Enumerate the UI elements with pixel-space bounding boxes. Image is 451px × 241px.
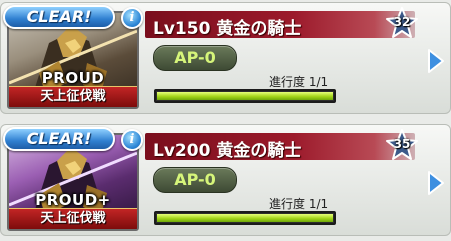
quest-card[interactable]: PROUD 天上征伐戦 CLEAR! i Lv150 黄金の騎士 32 AP-0… xyxy=(0,2,451,114)
info-icon[interactable]: i xyxy=(121,129,143,151)
quest-title-bar: Lv150 黄金の騎士 xyxy=(145,11,415,39)
quest-category: 天上征伐戦 xyxy=(9,86,137,107)
quest-card[interactable]: PROUD+ 天上征伐戦 CLEAR! i Lv200 黄金の騎士 35 AP-… xyxy=(0,124,451,236)
quest-category: 天上征伐戦 xyxy=(9,208,137,229)
clear-badge: CLEAR! xyxy=(3,5,115,29)
star-icon: 32 xyxy=(385,7,419,39)
difficulty-tier: PROUD xyxy=(41,69,105,87)
progress-bar xyxy=(154,211,336,225)
info-icon[interactable]: i xyxy=(121,7,143,29)
arrow-right-icon[interactable] xyxy=(426,47,446,75)
star-number: 32 xyxy=(393,15,411,29)
quest-title-bar: Lv200 黄金の騎士 xyxy=(145,133,415,161)
star-number: 35 xyxy=(393,137,411,151)
clear-badge: CLEAR! xyxy=(3,127,115,151)
difficulty-tier: PROUD+ xyxy=(35,191,111,209)
progress-label: 進行度 1/1 xyxy=(269,197,329,211)
quest-title: Lv200 黄金の騎士 xyxy=(153,141,302,161)
progress-fill xyxy=(157,92,333,100)
ap-cost-pill: AP-0 xyxy=(153,167,237,193)
quest-title: Lv150 黄金の騎士 xyxy=(153,19,302,39)
progress-label: 進行度 1/1 xyxy=(269,75,329,89)
progress-fill xyxy=(157,214,333,222)
progress-bar xyxy=(154,89,336,103)
arrow-right-icon[interactable] xyxy=(426,169,446,197)
ap-cost-pill: AP-0 xyxy=(153,45,237,71)
star-icon: 35 xyxy=(385,129,419,161)
